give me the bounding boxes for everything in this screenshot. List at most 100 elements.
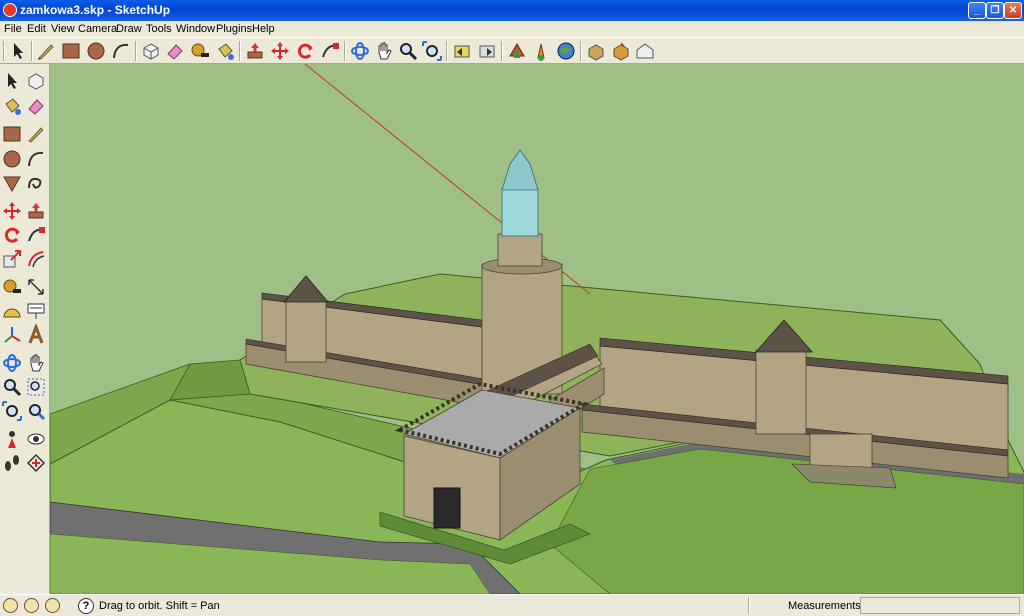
title-bar: zamkowa3.skp - SketchUp _ ❐ ✕ xyxy=(0,0,1024,21)
zoom-icon[interactable] xyxy=(1,376,23,398)
scale-icon[interactable] xyxy=(1,248,23,270)
push-pull-icon[interactable] xyxy=(25,200,47,222)
previous-icon[interactable] xyxy=(25,400,47,422)
polygon-icon[interactable] xyxy=(1,172,23,194)
line-icon[interactable] xyxy=(25,123,47,145)
main-toolbar xyxy=(0,37,1024,64)
make-component-icon[interactable] xyxy=(140,40,162,62)
dimension-icon[interactable] xyxy=(25,276,47,298)
orbit-icon[interactable] xyxy=(1,352,23,374)
menu-view[interactable]: View xyxy=(51,23,75,35)
paint-bucket-icon[interactable] xyxy=(214,40,236,62)
arc-icon[interactable] xyxy=(25,148,47,170)
menu-camera[interactable]: Camera xyxy=(78,23,117,35)
instructor-help-icon[interactable]: ? xyxy=(78,598,94,614)
zoom-icon[interactable] xyxy=(397,40,419,62)
maximize-button[interactable]: ❐ xyxy=(986,2,1004,19)
gate-portcullis xyxy=(433,487,461,529)
toolbar-separator xyxy=(501,41,503,61)
follow-me-icon[interactable] xyxy=(25,224,47,246)
toolbar-separator xyxy=(344,41,346,61)
zoom-window-icon[interactable] xyxy=(25,376,47,398)
protractor-icon[interactable] xyxy=(1,300,23,322)
follow-me-icon[interactable] xyxy=(319,40,341,62)
google-earth-icon[interactable] xyxy=(555,40,577,62)
previous-view-icon[interactable] xyxy=(451,40,473,62)
user-icon[interactable] xyxy=(45,598,60,613)
rectangle-icon[interactable] xyxy=(1,123,23,145)
measurements-input[interactable] xyxy=(860,597,1020,614)
get-models-icon[interactable] xyxy=(506,40,528,62)
paint-bucket-icon[interactable] xyxy=(1,95,23,117)
toolbar-separator xyxy=(580,41,582,61)
menu-tools[interactable]: Tools xyxy=(146,23,172,35)
walk-icon[interactable] xyxy=(1,452,23,474)
rotate-icon[interactable] xyxy=(1,224,23,246)
toolbar-separator xyxy=(239,41,241,61)
component-icon[interactable] xyxy=(585,40,607,62)
sketchup-app-icon[interactable] xyxy=(3,3,17,17)
arc-icon[interactable] xyxy=(110,40,132,62)
share-component-icon[interactable] xyxy=(610,40,632,62)
position-camera-icon[interactable] xyxy=(1,428,23,450)
pan-icon[interactable] xyxy=(373,40,395,62)
eraser-icon[interactable] xyxy=(25,95,47,117)
section-plane-icon[interactable] xyxy=(25,452,47,474)
select-icon[interactable] xyxy=(1,70,23,92)
circle-icon[interactable] xyxy=(1,148,23,170)
look-around-icon[interactable] xyxy=(25,428,47,450)
move-icon[interactable] xyxy=(269,40,291,62)
lantern-glass xyxy=(501,187,539,237)
select-icon[interactable] xyxy=(7,40,29,62)
keep-upper-stage xyxy=(497,233,543,267)
push-pull-icon[interactable] xyxy=(244,40,266,62)
tape-measure-icon[interactable] xyxy=(1,276,23,298)
offset-icon[interactable] xyxy=(25,248,47,270)
eraser-icon[interactable] xyxy=(164,40,186,62)
menu-file[interactable]: File xyxy=(4,23,22,35)
close-button[interactable]: ✕ xyxy=(1004,2,1022,19)
toolbar-separator xyxy=(31,41,33,61)
geo-location-icon[interactable] xyxy=(3,598,18,613)
pan-icon[interactable] xyxy=(25,352,47,374)
credits-icon[interactable] xyxy=(24,598,39,613)
status-bar: ? Drag to orbit. Shift = Pan Measurement… xyxy=(0,594,1024,616)
rectangle-icon[interactable] xyxy=(60,40,82,62)
3d-text-icon[interactable] xyxy=(25,324,47,346)
menu-plugins[interactable]: Plugins xyxy=(216,23,252,35)
freehand-icon[interactable] xyxy=(25,172,47,194)
toolbar-separator xyxy=(135,41,137,61)
pencil-icon[interactable] xyxy=(35,40,57,62)
lantern-spire xyxy=(501,149,539,191)
toolbar-separator xyxy=(3,41,5,61)
status-separator xyxy=(748,597,750,614)
zoom-extents-icon[interactable] xyxy=(1,400,23,422)
right-bastion xyxy=(809,433,873,469)
text-icon[interactable] xyxy=(25,300,47,322)
warehouse-icon[interactable] xyxy=(634,40,656,62)
toolbar-separator xyxy=(446,41,448,61)
menu-window[interactable]: Window xyxy=(176,23,215,35)
move-icon[interactable] xyxy=(1,200,23,222)
next-view-icon[interactable] xyxy=(476,40,498,62)
menu-help[interactable]: Help xyxy=(252,23,275,35)
minimize-button[interactable]: _ xyxy=(968,2,986,19)
terrace-side xyxy=(169,359,251,401)
model-viewport[interactable] xyxy=(50,64,1024,594)
castle-model-scene xyxy=(50,64,1024,594)
make-component-icon[interactable] xyxy=(25,70,47,92)
axes-icon[interactable] xyxy=(1,324,23,346)
status-hint: Drag to orbit. Shift = Pan xyxy=(99,600,220,612)
rotate-icon[interactable] xyxy=(294,40,316,62)
left-tower-roof xyxy=(283,275,329,303)
orbit-icon[interactable] xyxy=(349,40,371,62)
left-tower xyxy=(285,299,327,363)
menu-draw[interactable]: Draw xyxy=(116,23,142,35)
zoom-extents-icon[interactable] xyxy=(421,40,443,62)
tape-measure-icon[interactable] xyxy=(189,40,211,62)
share-model-icon[interactable] xyxy=(530,40,552,62)
menu-edit[interactable]: Edit xyxy=(27,23,46,35)
menu-bar: File Edit View Camera Draw Tools Window … xyxy=(0,21,1024,37)
circle-icon[interactable] xyxy=(85,40,107,62)
measurements-label: Measurements xyxy=(788,600,861,612)
